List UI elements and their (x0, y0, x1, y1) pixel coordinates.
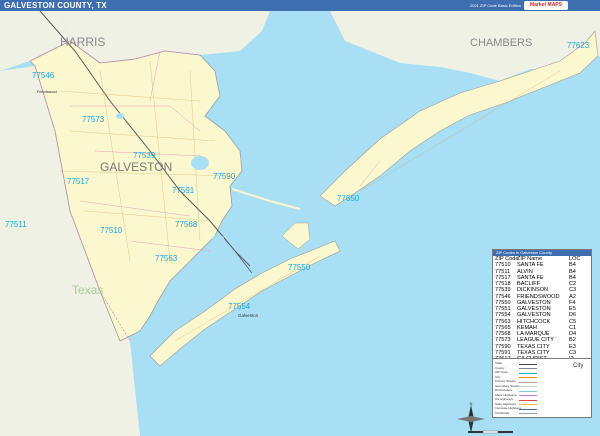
legend-item-label: County (495, 365, 505, 370)
legend-swatch (519, 390, 537, 392)
zip-label-77511: 77511 (5, 220, 27, 229)
zip-label-77510: 77510 (100, 226, 123, 235)
legend-item-label: City (495, 374, 501, 379)
scale-bar (468, 430, 513, 434)
legend-swatch (519, 386, 537, 387)
zip-label-77539: 77539 (133, 151, 156, 160)
map-title: GALVESTON COUNTY, TX (4, 1, 107, 10)
zip-label-77650: 77650 (337, 194, 360, 203)
legend-item: Toll Roads (495, 411, 509, 416)
place-label-galveston: Galveston (238, 313, 259, 318)
legend-swatch (519, 408, 537, 410)
edition-label: 2021 ZIP Code Basic Edition (470, 3, 522, 8)
legend-item-label: US Highways (495, 397, 514, 401)
place-label-friendswood: Friendswood (37, 90, 57, 94)
legend-swatch (519, 413, 537, 414)
legend-item-label: State (495, 361, 503, 365)
map-legend: State County ZIP Code City Primary Streets Se… (492, 358, 592, 418)
legend-item-label: Major Highways (495, 392, 517, 397)
zip-label-77573: 77573 (82, 115, 105, 124)
publisher-logo: Market MAPS (524, 1, 568, 10)
legend-item-label: Rivers/Lakes (495, 388, 513, 392)
legend-item-label: Interstate Highways (495, 406, 522, 410)
zip-code-table: ZIP Codes in Galveston County ZIP Code Z… (492, 249, 592, 376)
legend-swatch (519, 381, 537, 383)
legend-swatch (519, 377, 537, 378)
legend-swatch (519, 372, 537, 374)
county-label-chambers: CHAMBERS (470, 37, 532, 49)
zip-label-77546: 77546 (32, 71, 55, 80)
compass-north: N (470, 402, 473, 406)
title-bar: GALVESTON COUNTY, TX 2021 ZIP Code Basic… (0, 0, 600, 11)
legend-swatch (519, 399, 537, 401)
legend-item-label: Primary Streets (495, 379, 516, 383)
legend-swatch (519, 404, 537, 405)
zip-label-77550: 77550 (288, 263, 311, 272)
zip-label-77590: 77590 (213, 172, 236, 181)
legend-swatch (519, 368, 537, 369)
legend-swatch (519, 363, 537, 365)
legend-item-label: Toll Roads (495, 410, 510, 415)
legend-swatch (519, 395, 537, 396)
zip-label-77623: 77623 (567, 41, 590, 50)
legend-item-label: Secondary Streets (495, 383, 520, 388)
zip-label-77517: 77517 (67, 177, 90, 186)
legend-item-label: State Highways (495, 401, 516, 406)
county-label-harris: HARRIS (60, 35, 105, 49)
county-label-texas: Texas (72, 283, 103, 297)
zip-label-77591: 77591 (172, 186, 195, 195)
zip-label-77568: 77568 (175, 220, 198, 229)
legend-city-label: City (573, 363, 584, 369)
county-label-galveston: GALVESTON (100, 160, 172, 174)
zip-label-77554: 77554 (228, 302, 251, 311)
legend-item-label: ZIP Code (495, 370, 508, 374)
compass-bar (457, 416, 485, 422)
zip-label-77563: 77563 (155, 254, 178, 263)
